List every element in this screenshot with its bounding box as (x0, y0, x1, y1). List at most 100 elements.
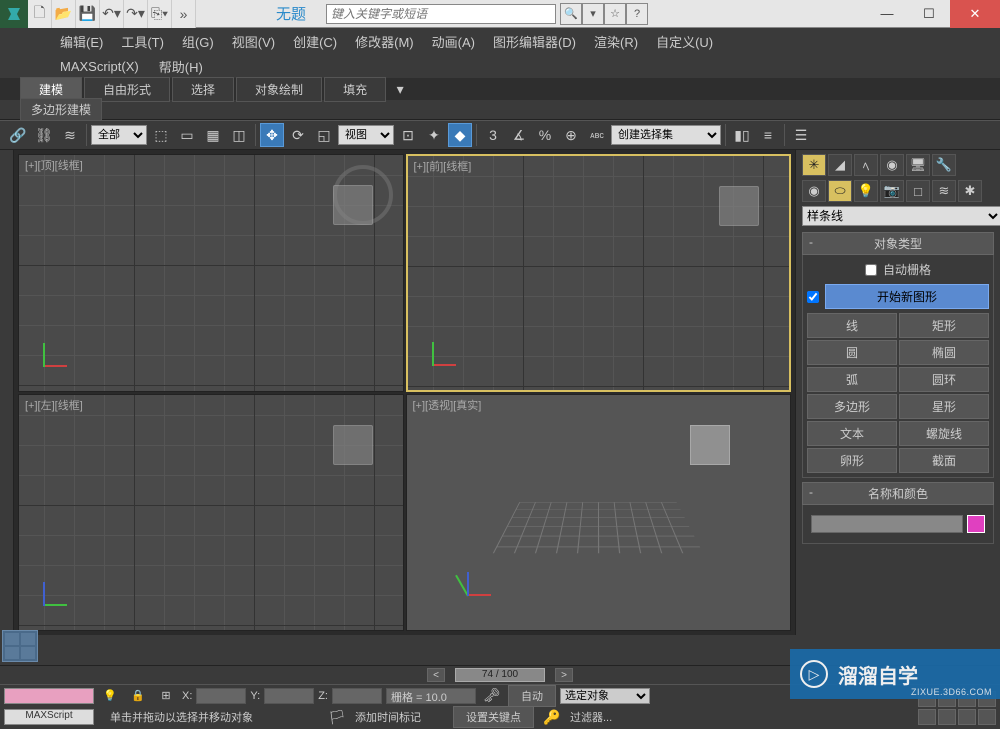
ribbon-tab-selection[interactable]: 选择 (172, 77, 234, 102)
menu-maxscript[interactable]: MAXScript(X) (60, 59, 139, 74)
shape-helix-button[interactable]: 螺旋线 (899, 421, 989, 446)
selection-filter-select[interactable]: 全部 (91, 125, 147, 145)
rollout-object-type[interactable]: 对象类型 (802, 232, 994, 255)
frame-indicator[interactable]: 74 / 100 (455, 668, 545, 682)
viewport-left[interactable]: [+][左][线框] (18, 394, 404, 632)
motion-tab-icon[interactable]: ◉ (880, 154, 904, 176)
autokey-button[interactable]: 自动 (508, 685, 556, 707)
key-filter-select[interactable]: 选定对象 (560, 688, 650, 704)
shape-text-button[interactable]: 文本 (807, 421, 897, 446)
maximize-button[interactable]: ☐ (908, 0, 950, 28)
prev-frame-button[interactable]: < (427, 668, 445, 682)
x-field[interactable] (196, 688, 246, 704)
selection-color-swatch[interactable] (4, 688, 94, 704)
app-icon[interactable] (0, 0, 28, 28)
object-color-swatch[interactable] (967, 515, 985, 533)
key-lock-icon[interactable]: 🗝 (480, 684, 504, 708)
star-icon[interactable]: ☆ (604, 3, 626, 25)
ribbon-tab-objectpaint[interactable]: 对象绘制 (236, 77, 322, 102)
menu-animation[interactable]: 动画(A) (432, 32, 475, 51)
menu-rendering[interactable]: 渲染(R) (594, 32, 638, 51)
viewport-label[interactable]: [+][左][线框] (25, 397, 83, 413)
keyboard-shortcut-icon[interactable]: ◆ (448, 123, 472, 147)
maximize-vp-icon[interactable] (978, 709, 996, 725)
redo-icon[interactable]: ↷▾ (124, 0, 148, 28)
menu-create[interactable]: 创建(C) (293, 32, 337, 51)
spacewarps-icon[interactable]: ≋ (932, 180, 956, 202)
viewcube-icon[interactable] (333, 185, 373, 225)
move-icon[interactable]: ✥ (260, 123, 284, 147)
mirror-icon[interactable]: ▮▯ (730, 123, 754, 147)
viewcube-icon[interactable] (719, 186, 759, 226)
select-region-icon[interactable]: ▦ (201, 123, 225, 147)
undo-icon[interactable]: ↶▾ (100, 0, 124, 28)
walk-icon[interactable] (958, 709, 976, 725)
shape-rect-button[interactable]: 矩形 (899, 313, 989, 338)
autogrid-checkbox[interactable] (865, 264, 877, 276)
link-icon[interactable]: 🔗 (6, 123, 30, 147)
viewport-top[interactable]: [+][顶][线框] (18, 154, 404, 392)
menu-group[interactable]: 组(G) (182, 32, 214, 51)
menu-views[interactable]: 视图(V) (232, 32, 275, 51)
bind-flow-icon[interactable]: ≋ (58, 123, 82, 147)
time-tag-icon[interactable]: 🏳 (325, 705, 349, 729)
left-dock-strip[interactable] (0, 150, 14, 635)
viewcube-icon[interactable] (333, 425, 373, 465)
scale-icon[interactable]: ◱ (312, 123, 336, 147)
rotate-icon[interactable]: ⟳ (286, 123, 310, 147)
snap-angle2-icon[interactable]: ∡ (507, 123, 531, 147)
add-time-tag-label[interactable]: 添加时间标记 (355, 709, 421, 725)
viewport-perspective[interactable]: [+][透视][真实] (406, 394, 792, 632)
minimize-button[interactable]: — (866, 0, 908, 28)
qat-expand-icon[interactable]: » (172, 0, 196, 28)
rollout-name-color[interactable]: 名称和颜色 (802, 482, 994, 505)
select-icon[interactable]: ⬚ (149, 123, 173, 147)
menu-help[interactable]: 帮助(H) (159, 57, 203, 76)
next-frame-button[interactable]: > (555, 668, 573, 682)
object-name-field[interactable] (811, 515, 963, 533)
pivot-icon[interactable]: ⊡ (396, 123, 420, 147)
close-button[interactable]: ✕ (950, 0, 1000, 28)
y-field[interactable] (264, 688, 314, 704)
xyz-icon[interactable]: ⊞ (154, 684, 178, 708)
shape-section-button[interactable]: 截面 (899, 448, 989, 473)
shape-star-button[interactable]: 星形 (899, 394, 989, 419)
named-selection-select[interactable]: 创建选择集 (611, 125, 721, 145)
ribbon-collapse-icon[interactable]: ▾ (388, 77, 412, 101)
shapes-icon[interactable]: ⬭ (828, 180, 852, 202)
new-icon[interactable]: 🗋 (28, 0, 52, 28)
shape-arc-button[interactable]: 弧 (807, 367, 897, 392)
shape-type-select[interactable]: 样条线 (802, 206, 1000, 226)
coord-system-select[interactable]: 视图 (338, 125, 394, 145)
key-icon[interactable]: 🔑 (540, 705, 564, 729)
snap-percent-icon[interactable]: % (533, 123, 557, 147)
search-icon[interactable]: 🔍 (560, 3, 582, 25)
menu-grapheditors[interactable]: 图形编辑器(D) (493, 32, 576, 51)
shape-line-button[interactable]: 线 (807, 313, 897, 338)
maxscript-listener-button[interactable]: MAXScript (4, 709, 94, 725)
abc-icon[interactable]: ᴀʙᴄ (585, 123, 609, 147)
viewport-label[interactable]: [+][顶][线框] (25, 157, 83, 173)
display-tab-icon[interactable]: 🖥 (906, 154, 930, 176)
systems-icon[interactable]: ✱ (958, 180, 982, 202)
viewcube-icon[interactable] (690, 425, 730, 465)
shape-donut-button[interactable]: 圆环 (899, 367, 989, 392)
menu-tools[interactable]: 工具(T) (121, 32, 164, 51)
menu-modifiers[interactable]: 修改器(M) (355, 32, 414, 51)
menu-edit[interactable]: 编辑(E) (60, 32, 103, 51)
viewport-label[interactable]: [+][透视][真实] (413, 397, 482, 413)
utilities-tab-icon[interactable]: 🔧 (932, 154, 956, 176)
geometry-icon[interactable]: ◉ (802, 180, 826, 202)
open-icon[interactable]: 📂 (52, 0, 76, 28)
ribbon-sub-label[interactable]: 多边形建模 (20, 98, 102, 121)
layers-icon[interactable]: ☰ (789, 123, 813, 147)
shape-ellipse-button[interactable]: 椭圆 (899, 340, 989, 365)
manipulate-icon[interactable]: ✦ (422, 123, 446, 147)
setkey-button[interactable]: 设置关键点 (453, 706, 534, 728)
viewport-front[interactable]: [+][前][线框] (406, 154, 792, 392)
help-icon[interactable]: ? (626, 3, 648, 25)
cameras-icon[interactable]: 📷 (880, 180, 904, 202)
viewport-layout-button[interactable] (2, 630, 38, 662)
menu-customize[interactable]: 自定义(U) (656, 32, 713, 51)
start-new-shape-button[interactable]: 开始新图形 (825, 284, 989, 309)
